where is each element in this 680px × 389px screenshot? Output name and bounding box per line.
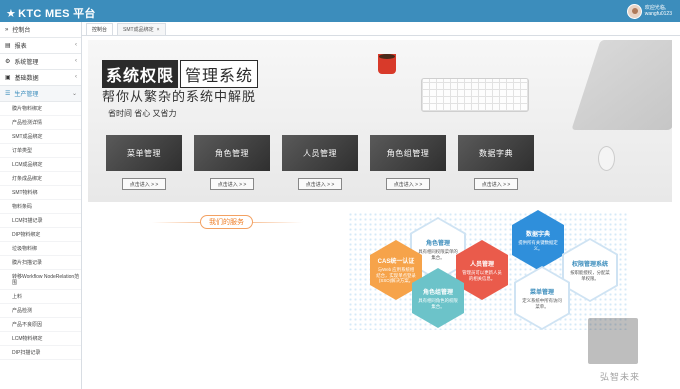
sidebar-item-reports[interactable]: ▤ 报表 ‹ [0,38,81,54]
feature-card-menu: 菜单管理 点击进入 > > [106,135,182,197]
avatar[interactable] [626,3,642,19]
laptop-image [571,40,672,130]
enter-button[interactable]: 点击进入 > > [210,178,254,190]
monitor-icon: ▣ [5,75,11,81]
sidebar-subitem[interactable]: LCM扫描记录 [0,214,81,228]
sidebar-subitem[interactable]: DIP扫描记录 [0,346,81,360]
top-navbar: ★ KTC MES 平台 欢迎光临, wangfu0123 [0,0,680,22]
sidebar-subitem[interactable]: LCM物料绑定 [0,332,81,346]
banner-title-part1: 系统权限 [102,60,179,88]
banner-title-part2: 管理系统 [180,60,259,88]
app-title-text: KTC MES 平台 [18,8,96,20]
sidebar-item-label: 报表 [14,44,27,50]
file-icon: ▤ [5,43,11,49]
sidebar-subitem[interactable]: 膜片物料绑定 [0,102,81,116]
sidebar-subitem[interactable]: SMT成品绑定 [0,130,81,144]
sidebar-subitem[interactable]: 上料 [0,290,81,304]
service-heading: 权限管理系统 [571,262,608,268]
sidebar-subitem[interactable]: 产品检测详情 [0,116,81,130]
sidebar-item-label: 控制台 [12,28,31,34]
gear-icon: ⚙ [5,59,11,65]
service-desc: 具有相同角色的权限集合。 [418,298,458,309]
enter-button[interactable]: 点击进入 > > [298,178,342,190]
sidebar-item-label: 生产管理 [14,92,39,98]
enter-button[interactable]: 点击进入 > > [474,178,518,190]
user-name: wangfu0123 [644,11,672,17]
sidebar-subitem[interactable]: 产品不良原因 [0,318,81,332]
feature-card-personnel: 人员管理 点击进入 > > [282,135,358,197]
enter-button[interactable]: 点击进入 > > [122,178,166,190]
sidebar-subitem[interactable]: 产品检测 [0,304,81,318]
chevron-left-icon: ‹ [75,58,77,64]
sidebar-item-basic-data[interactable]: ▣ 基础数据 ‹ [0,70,81,86]
service-desc: 按职能授权，分配菜单权限。 [570,270,610,281]
tab-console[interactable]: 控制台 [86,23,114,35]
enter-button[interactable]: 点击进入 > > [386,178,430,190]
chevron-left-icon: ‹ [75,74,77,80]
hero-banner: 系统权限 管理系统 帮你从繁杂的系统中解脱 省时间 省心 又省力 菜单管理 点击… [88,40,672,202]
sidebar-subitem[interactable]: SMT物料绑 [0,186,81,200]
watermark-logo [588,318,638,364]
sidebar-subitem[interactable]: 订单类型 [0,144,81,158]
double-chevron-right-icon: » [5,26,9,33]
chevron-left-icon: ‹ [75,42,77,48]
feature-card-label[interactable]: 角色组管理 [370,135,446,171]
sidebar-subitem[interactable]: LCM成品绑定 [0,158,81,172]
list-icon: ☰ [5,91,11,97]
app-title[interactable]: ★ KTC MES 平台 [6,5,96,21]
service-heading: 角色管理 [425,241,450,247]
service-desc: 与Web 应用系统相结合，实现单点登录(SSO)解决方案。 [376,267,416,284]
sidebar-subitem[interactable]: 灯条成品绑定 [0,172,81,186]
watermark-text: 弘智未来 [600,372,641,382]
sidebar-subitem[interactable]: 物料条码 [0,200,81,214]
sidebar-subitem[interactable]: 膜片扫描记录 [0,256,81,270]
services-title: 我们的服务 [200,215,253,229]
feature-card-label[interactable]: 角色管理 [194,135,270,171]
sidebar-item-console[interactable]: » 控制台 [0,22,81,38]
feature-card-dictionary: 数据字典 点击进入 > > [458,135,534,197]
service-desc: 管理员可以更新人员的相关信息。 [462,270,502,281]
chevron-down-icon: ⌄ [71,91,77,97]
sidebar-item-system[interactable]: ⚙ 系统管理 ‹ [0,54,81,70]
user-menu[interactable]: 欢迎光临, wangfu0123 [626,2,672,20]
service-heading: 人员管理 [469,262,494,268]
service-heading: 角色组管理 [422,290,453,296]
star-icon: ★ [6,8,17,20]
keyboard-image [421,78,529,112]
service-desc: 定义系统中所有访问菜单。 [522,298,562,309]
service-desc: 具有相同权限菜单的集合。 [418,249,458,260]
feature-cards: 菜单管理 点击进入 > > 角色管理 点击进入 > > 人员管理 点击进入 > … [106,135,534,197]
sidebar: » 控制台 ▤ 报表 ‹ ⚙ 系统管理 ‹ ▣ 基础数据 ‹ ☰ 生产管理 ⌄ … [0,22,82,389]
sidebar-subitem[interactable]: 转移Workflow NodeRelation范围 [0,270,81,290]
tab-label: SMT成品绑定 [123,27,154,33]
service-heading: 菜单管理 [529,290,554,296]
sidebar-subitem[interactable]: 垃圾物料绑 [0,242,81,256]
coffee-mug-image [378,54,396,74]
mouse-image [598,146,615,171]
tab-smt-binding[interactable]: SMT成品绑定 × [117,23,166,35]
feature-card-role: 角色管理 点击进入 > > [194,135,270,197]
sidebar-item-label: 基础数据 [14,76,39,82]
banner-slogan: 省时间 省心 又省力 [108,109,177,118]
feature-card-label[interactable]: 菜单管理 [106,135,182,171]
tab-label: 控制台 [92,27,108,33]
banner-subtitle: 帮你从繁杂的系统中解脱 [102,89,257,104]
service-desc: 提供所有关键数据定义。 [518,240,558,251]
sidebar-item-label: 系统管理 [14,60,39,66]
service-heading: 数据字典 [525,232,550,238]
sidebar-item-production[interactable]: ☰ 生产管理 ⌄ [0,86,81,102]
sidebar-subitem[interactable]: DIP物料绑定 [0,228,81,242]
feature-card-label[interactable]: 人员管理 [282,135,358,171]
service-heading: CAS统一认证 [377,259,415,266]
feature-card-label[interactable]: 数据字典 [458,135,534,171]
feature-card-role-group: 角色组管理 点击进入 > > [370,135,446,197]
banner-title: 系统权限 管理系统 [102,60,259,88]
tab-bar: 控制台 SMT成品绑定 × [82,22,680,36]
close-icon[interactable]: × [157,27,160,33]
